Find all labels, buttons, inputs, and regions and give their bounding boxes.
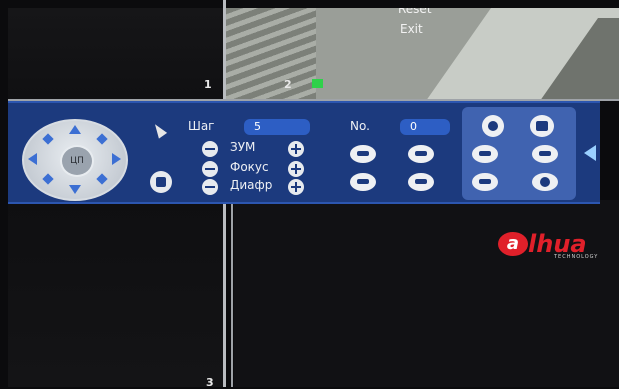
settings-gear-icon[interactable]: [532, 173, 558, 191]
tour-icon[interactable]: [408, 145, 434, 163]
arrow-right-icon[interactable]: [112, 153, 121, 165]
context-menu-item-reset[interactable]: Reset: [398, 8, 432, 16]
step-label: Шаг: [188, 119, 215, 133]
zoom-plus-button[interactable]: [288, 141, 304, 157]
arrow-up-icon[interactable]: [69, 125, 81, 134]
pan-icon[interactable]: [350, 173, 376, 191]
channel-number-2: 2: [284, 78, 292, 91]
grid-divider-vertical-2: [231, 200, 233, 387]
recording-indicator: [312, 79, 323, 88]
iris-minus-button[interactable]: [202, 179, 218, 195]
scan-icon[interactable]: [532, 145, 558, 163]
arrow-left-icon[interactable]: [28, 153, 37, 165]
focus-plus-button[interactable]: [288, 161, 304, 177]
ptz-control-panel: ЦП Шаг 5 ЗУМ Фокус Диафр No. 0: [8, 101, 600, 204]
arrow-down-left-icon[interactable]: [42, 173, 54, 185]
flip-icon[interactable]: [408, 173, 434, 191]
wiper-icon[interactable]: [530, 115, 554, 137]
camera-tile-3[interactable]: [8, 200, 223, 387]
step-input[interactable]: 5: [244, 119, 310, 135]
channel-number-1: 1: [204, 78, 212, 91]
brand-logo: a lhua TECHNOLOGY: [494, 228, 619, 264]
arrow-down-icon[interactable]: [69, 185, 81, 194]
arrow-up-right-icon[interactable]: [96, 133, 108, 145]
channel-number-3: 3: [206, 376, 214, 389]
ptz-direction-pad[interactable]: ЦП: [22, 119, 128, 201]
preset-number-label: No.: [350, 119, 370, 133]
brand-tagline: TECHNOLOGY: [554, 254, 599, 260]
ptz-menu-button[interactable]: [150, 171, 172, 193]
preset-icon[interactable]: [350, 145, 376, 163]
arrow-up-left-icon[interactable]: [42, 133, 54, 145]
reset-icon[interactable]: [472, 173, 498, 191]
iris-plus-button[interactable]: [288, 179, 304, 195]
camera-tile-1[interactable]: [8, 8, 223, 100]
zoom-label: ЗУМ: [230, 140, 256, 154]
light-icon[interactable]: [482, 115, 504, 137]
iris-label: Диафр: [230, 178, 273, 192]
camera-feed-stairs: [226, 8, 316, 100]
zoom-minus-button[interactable]: [202, 141, 218, 157]
preset-number-input[interactable]: 0: [400, 119, 450, 135]
focus-label: Фокус: [230, 160, 269, 174]
panel-collapse-arrow-icon[interactable]: [584, 145, 596, 161]
context-menu-item-exit[interactable]: Exit: [400, 22, 423, 36]
dpad-center-button[interactable]: ЦП: [60, 145, 94, 177]
focus-minus-button[interactable]: [202, 161, 218, 177]
pattern-icon[interactable]: [472, 145, 498, 163]
mouse-pointer-icon: [150, 121, 168, 139]
arrow-down-right-icon[interactable]: [96, 173, 108, 185]
